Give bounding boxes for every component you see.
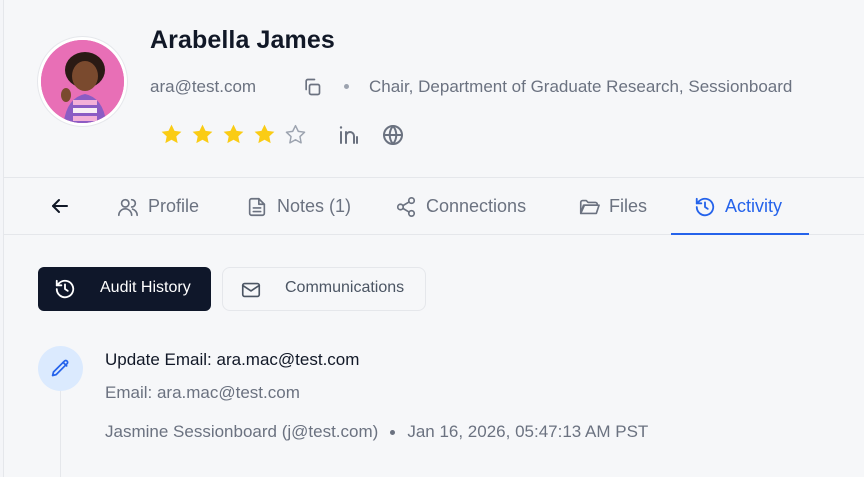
users-icon: [118, 198, 138, 216]
linkedin-icon[interactable]: [337, 123, 361, 147]
history-icon: [695, 197, 715, 216]
timeline-badge: [38, 346, 83, 391]
timeline-line: [60, 388, 61, 477]
activity-detail: Email: ara.mac@test.com: [105, 383, 300, 402]
activity-actor: Jasmine Sessionboard (j@test.com): [105, 422, 379, 441]
activity-title: Update Email: ara.mac@test.com: [105, 350, 360, 369]
tab-label: Notes (1): [277, 196, 352, 216]
activity-meta: Jasmine Sessionboard (j@test.com) Jan 16…: [105, 422, 648, 442]
tab-label: Connections: [426, 196, 527, 216]
separator-dot: [344, 84, 349, 89]
tab-label: Files: [609, 196, 648, 216]
share-icon: [396, 196, 416, 217]
document-icon: [248, 197, 266, 216]
copy-icon[interactable]: [302, 77, 322, 97]
tab-label: Profile: [148, 196, 200, 216]
history-icon: [55, 279, 75, 299]
tab-activity[interactable]: Activity: [694, 178, 782, 235]
mail-icon: [241, 282, 261, 298]
back-arrow-icon[interactable]: [48, 194, 72, 218]
star-filled-icon: [254, 124, 275, 144]
profile-header: Arabella James ara@test.com Chair, Depar…: [4, 0, 864, 177]
separator-dot: [390, 429, 396, 435]
profile-name: Arabella James: [150, 26, 335, 54]
audit-history-button[interactable]: Audit History: [38, 267, 211, 311]
pencil-icon: [51, 359, 69, 377]
tab-connections[interactable]: Connections: [395, 178, 526, 235]
star-filled-icon: [161, 124, 182, 144]
profile-title: Chair, Department of Graduate Research, …: [369, 77, 793, 96]
tab-label: Activity: [725, 196, 783, 216]
rating-stars: [159, 122, 308, 147]
star-filled-icon: [192, 124, 213, 144]
tab-notes[interactable]: Notes (1): [246, 178, 351, 235]
activity-timestamp: Jan 16, 2026, 05:47:13 AM PST: [407, 422, 649, 441]
communications-label: Communications: [285, 279, 405, 296]
tab-files[interactable]: Files: [578, 178, 647, 235]
star-empty-icon: [285, 124, 306, 144]
profile-tabs: Profile Notes (1) Connections Files Acti: [4, 177, 864, 235]
globe-icon[interactable]: [381, 123, 405, 147]
avatar: [38, 37, 127, 126]
star-filled-icon: [223, 124, 244, 144]
profile-email: ara@test.com: [150, 77, 257, 96]
communications-button[interactable]: Communications: [222, 267, 426, 311]
folder-icon: [579, 199, 600, 214]
audit-history-label: Audit History: [100, 279, 191, 296]
tab-profile[interactable]: Profile: [117, 178, 199, 235]
profile-page: Arabella James ara@test.com Chair, Depar…: [3, 0, 864, 477]
active-tab-indicator: [671, 233, 809, 235]
